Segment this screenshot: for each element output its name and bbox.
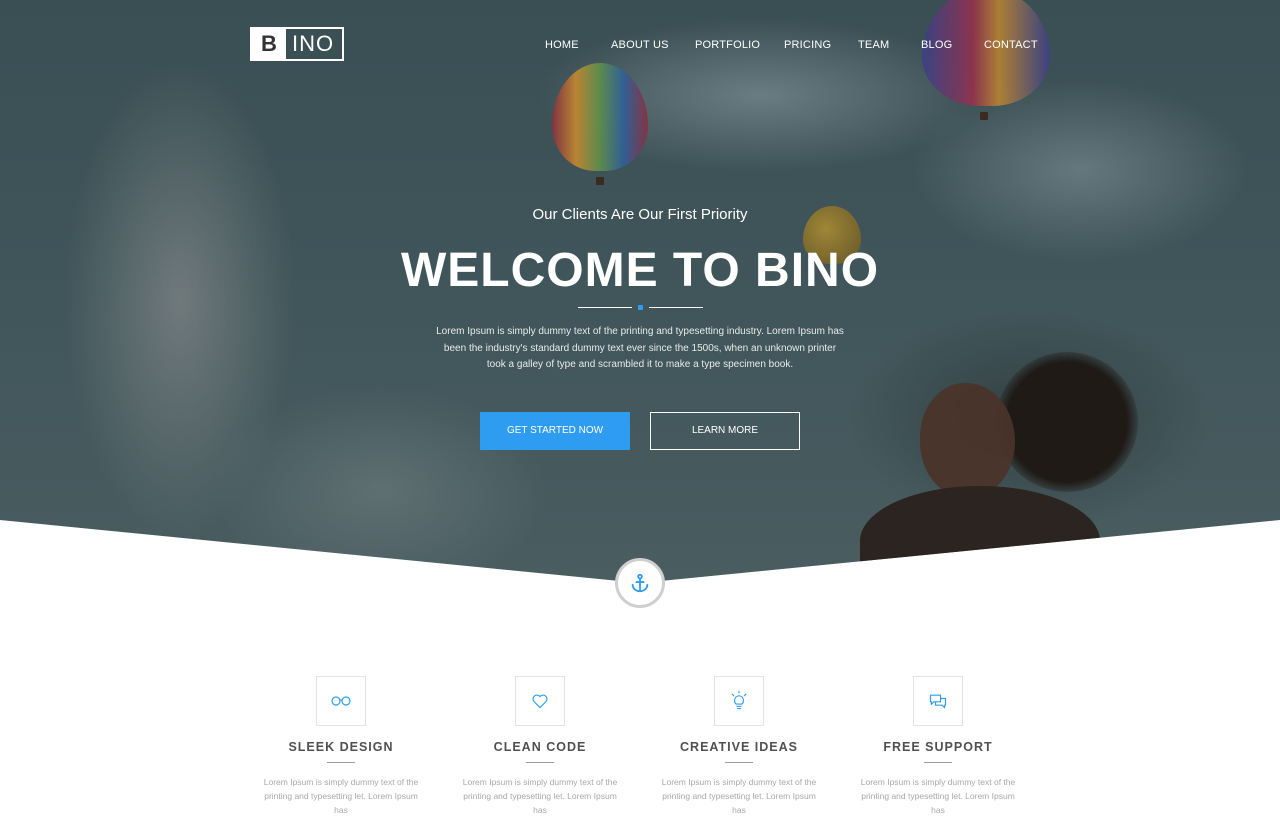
feature-divider	[526, 762, 554, 763]
scroll-down-button[interactable]	[615, 558, 665, 608]
bino-logo[interactable]: B INO	[250, 27, 344, 61]
feature-description: Lorem Ipsum is simply dummy text of the …	[661, 777, 817, 815]
nav-item-about-us[interactable]: ABOUT US	[611, 38, 669, 52]
hot-air-balloon-top-right	[922, 0, 1050, 106]
logo-wordmark: INO	[292, 31, 335, 56]
hero-headline: WELCOME TO BINO	[400, 244, 880, 297]
feature-description: Lorem Ipsum is simply dummy text of the …	[263, 777, 419, 815]
hero-divider-left	[578, 307, 632, 308]
balloon-basket	[596, 177, 604, 185]
learn-more-button[interactable]: LEARN MORE	[650, 412, 800, 450]
nav-item-home[interactable]: HOME	[545, 38, 579, 52]
feature-icon-box	[515, 676, 565, 726]
feature-title: SLEEK DESIGN	[288, 740, 394, 754]
logo-letter: B	[252, 29, 286, 59]
anchor-icon	[631, 573, 649, 593]
woman-face-silhouette	[920, 383, 1015, 498]
feature-title: CLEAN CODE	[493, 740, 587, 754]
feature-description: Lorem Ipsum is simply dummy text of the …	[462, 777, 618, 815]
woman-shoulders-silhouette	[860, 486, 1100, 583]
get-started-button[interactable]: GET STARTED NOW	[480, 412, 630, 450]
nav-item-blog[interactable]: BLOG	[921, 38, 952, 52]
woman-head-silhouette	[996, 352, 1138, 492]
nav-item-team[interactable]: TEAM	[858, 38, 889, 52]
hero-tagline: Our Clients Are Our First Priority	[532, 206, 748, 223]
nav-item-portfolio[interactable]: PORTFOLIO	[695, 38, 760, 52]
feature-free-support: FREE SUPPORT Lorem Ipsum is simply dummy…	[838, 676, 1038, 817]
balloon-basket	[980, 112, 988, 120]
hero-divider-right	[649, 307, 703, 308]
feature-title: CREATIVE IDEAS	[680, 740, 798, 754]
feature-divider	[327, 762, 355, 763]
nav-item-contact[interactable]: CONTACT	[984, 38, 1038, 52]
feature-sleek-design: SLEEK DESIGN Lorem Ipsum is simply dummy…	[241, 676, 441, 817]
feature-title: FREE SUPPORT	[883, 740, 993, 754]
hot-air-balloon-left	[552, 63, 648, 171]
feature-icon-box	[316, 676, 366, 726]
glasses-icon	[331, 696, 351, 706]
feature-icon-box	[714, 676, 764, 726]
feature-clean-code: CLEAN CODE Lorem Ipsum is simply dummy t…	[440, 676, 640, 817]
feature-creative-ideas: CREATIVE IDEAS Lorem Ipsum is simply dum…	[639, 676, 839, 817]
chat-icon	[929, 694, 947, 709]
feature-icon-box	[913, 676, 963, 726]
feature-divider	[924, 762, 952, 763]
feature-divider	[725, 762, 753, 763]
hero-divider-dot	[638, 305, 643, 310]
nav-item-pricing[interactable]: PRICING	[784, 38, 831, 52]
feature-description: Lorem Ipsum is simply dummy text of the …	[860, 777, 1016, 815]
heart-icon	[532, 694, 548, 709]
lightbulb-icon	[731, 690, 747, 710]
hero-intro-text: Lorem Ipsum is simply dummy text of the …	[436, 326, 844, 370]
